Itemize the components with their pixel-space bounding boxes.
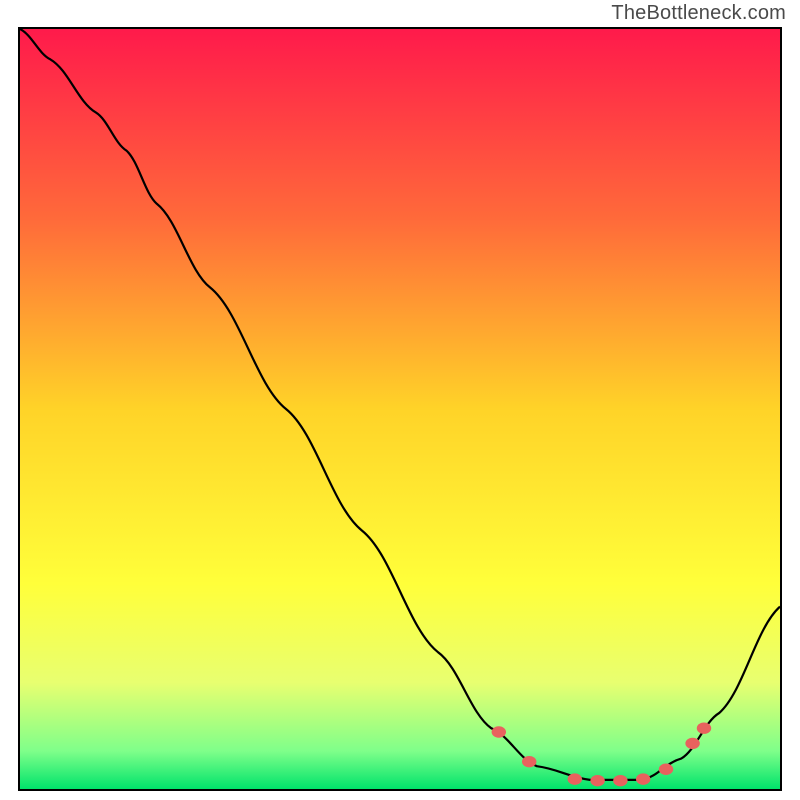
plot-area (18, 27, 782, 791)
highlight-dot (697, 723, 711, 734)
watermark-text: TheBottleneck.com (611, 2, 786, 25)
bottleneck-curve (20, 29, 780, 780)
highlight-dot (613, 775, 627, 786)
highlight-dot (685, 738, 699, 749)
chart-container: TheBottleneck.com (0, 0, 800, 800)
highlight-dot (522, 756, 536, 767)
highlight-dot (568, 773, 582, 784)
highlight-dot (492, 726, 506, 737)
chart-curve-layer (20, 29, 780, 789)
highlight-dots (492, 723, 712, 787)
highlight-dot (590, 775, 604, 786)
highlight-dot (636, 773, 650, 784)
highlight-dot (659, 764, 673, 775)
